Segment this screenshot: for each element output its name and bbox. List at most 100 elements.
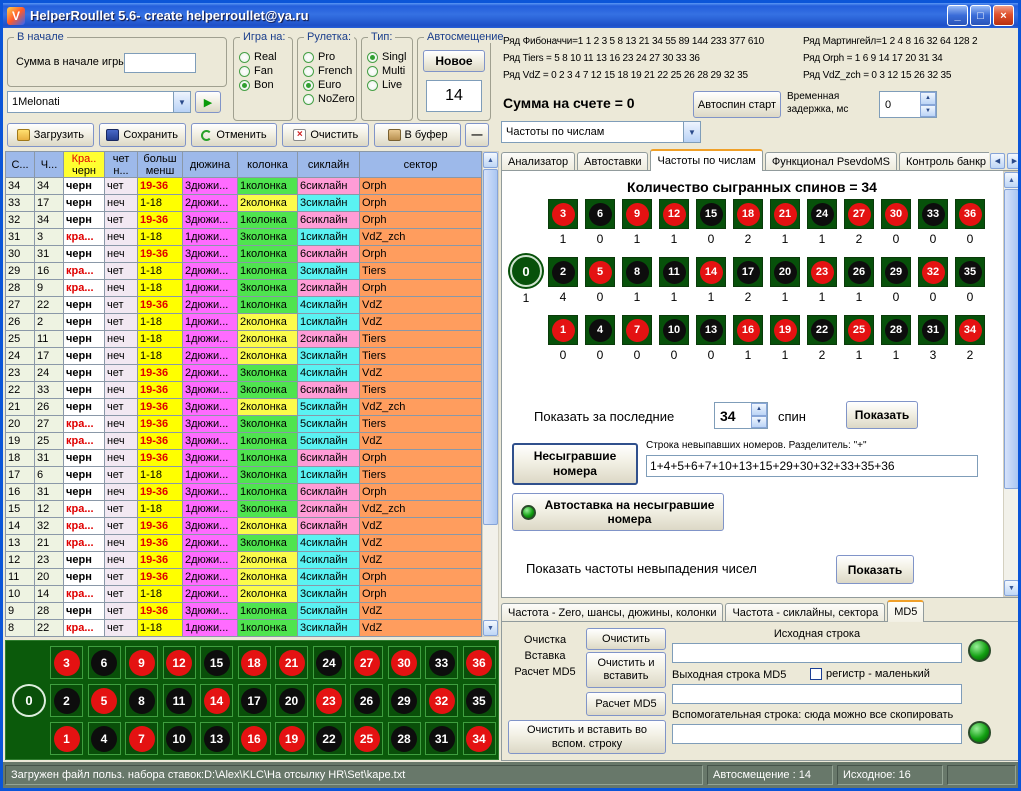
tab-md5[interactable]: MD5 xyxy=(887,600,924,622)
board-cell[interactable]: 28 xyxy=(388,722,421,755)
spin-down-icon[interactable] xyxy=(920,105,936,118)
history-row[interactable]: 3434чернчет19-363дюжи...1колонка6сиклайн… xyxy=(6,178,482,195)
save-button[interactable]: Сохранить xyxy=(99,123,186,147)
history-row[interactable]: 3031черннеч19-363дюжи...1колонка6сиклайн… xyxy=(6,246,482,263)
history-row[interactable]: 2722чернчет19-362дюжи...1колонка4сиклайн… xyxy=(6,297,482,314)
scroll-thumb[interactable] xyxy=(483,169,498,525)
dropdown-arrow-icon[interactable] xyxy=(173,92,190,112)
board-cell[interactable]: 22 xyxy=(313,722,346,755)
md5-aux-input[interactable] xyxy=(672,724,962,744)
history-row[interactable]: 928чернчет19-363дюжи...1колонка5сиклайнV… xyxy=(6,603,482,620)
tab-bankroll-control[interactable]: Контроль банкр xyxy=(899,152,989,171)
start-sum-input[interactable] xyxy=(124,53,196,73)
history-row[interactable]: 1631черннеч19-363дюжи...1колонка6сиклайн… xyxy=(6,484,482,501)
maximize-button[interactable]: □ xyxy=(970,5,991,26)
board-cell[interactable]: 6 xyxy=(88,646,121,679)
show-last-button[interactable]: Показать xyxy=(846,401,918,429)
history-row[interactable]: 2027кра...неч19-363дюжи...3колонка5сикла… xyxy=(6,416,482,433)
autobet-unplayed-button[interactable]: Автоставка на несыгравшие номера xyxy=(512,493,724,531)
collapse-button[interactable]: — xyxy=(465,123,489,147)
md5-clear-button[interactable]: Очистить xyxy=(586,628,666,650)
register-checkbox[interactable]: регистр - маленький xyxy=(810,668,930,680)
history-row[interactable]: 3317черннеч1-182дюжи...2колонка3сиклайнO… xyxy=(6,195,482,212)
board-cell[interactable]: 1 xyxy=(50,722,83,755)
history-row[interactable]: 2126чернчет19-363дюжи...2колонка5сиклайн… xyxy=(6,399,482,416)
history-row[interactable]: 1925кра...неч19-363дюжи...1колонка5сикла… xyxy=(6,433,482,450)
scroll-up-icon[interactable] xyxy=(483,152,498,168)
tab-scroll-right-icon[interactable] xyxy=(1007,153,1021,169)
radio-option-fan[interactable]: Fan xyxy=(239,65,292,77)
unplayed-numbers-input[interactable] xyxy=(646,455,978,477)
board-cell[interactable]: 16 xyxy=(238,722,271,755)
board-cell[interactable]: 27 xyxy=(350,646,383,679)
history-row[interactable]: 1223черннеч19-362дюжи...2колонка4сиклайн… xyxy=(6,552,482,569)
board-cell[interactable]: 36 xyxy=(463,646,496,679)
board-cell[interactable]: 15 xyxy=(200,646,233,679)
scroll-thumb[interactable] xyxy=(1004,189,1019,489)
board-cell[interactable]: 35 xyxy=(463,684,496,717)
history-row[interactable]: 1014кра...чет1-182дюжи...2колонка3сиклай… xyxy=(6,586,482,603)
history-row[interactable]: 289кра...неч1-181дюжи...3колонка2сиклайн… xyxy=(6,280,482,297)
board-cell[interactable]: 18 xyxy=(238,646,271,679)
board-cell[interactable]: 25 xyxy=(350,722,383,755)
tab-functional-psevdoms[interactable]: Функционал PsevdoMS xyxy=(765,152,897,171)
board-cell[interactable]: 33 xyxy=(425,646,458,679)
board-cell[interactable]: 9 xyxy=(125,646,158,679)
board-cell[interactable]: 8 xyxy=(125,684,158,717)
board-cell[interactable]: 21 xyxy=(275,646,308,679)
board-cell[interactable]: 5 xyxy=(88,684,121,717)
close-button[interactable]: × xyxy=(993,5,1014,26)
board-cell[interactable]: 34 xyxy=(463,722,496,755)
spin-up-icon[interactable] xyxy=(920,92,936,105)
tab-analyzer[interactable]: Анализатор xyxy=(501,152,575,171)
led-button[interactable] xyxy=(968,639,991,662)
board-cell[interactable]: 10 xyxy=(163,722,196,755)
board-cell[interactable]: 2 xyxy=(50,684,83,717)
board-cell[interactable]: 3 xyxy=(50,646,83,679)
history-row[interactable]: 1432кра...чет19-363дюжи...2колонка6сикла… xyxy=(6,518,482,535)
history-row[interactable]: 1321кра...неч19-362дюжи...3колонка4сикла… xyxy=(6,535,482,552)
board-cell[interactable]: 31 xyxy=(425,722,458,755)
md5-output-input[interactable] xyxy=(672,684,962,704)
board-cell[interactable]: 17 xyxy=(238,684,271,717)
history-row[interactable]: 2233черннеч19-363дюжи...3колонка6сиклайн… xyxy=(6,382,482,399)
history-row[interactable]: 313кра...неч1-181дюжи...3колонка1сиклайн… xyxy=(6,229,482,246)
board-number-0[interactable]: 0 xyxy=(12,684,46,717)
board-cell[interactable]: 26 xyxy=(350,684,383,717)
delay-spinner[interactable]: 0 xyxy=(879,91,937,118)
load-button[interactable]: Загрузить xyxy=(7,123,94,147)
history-row[interactable]: 1120чернчет19-362дюжи...2колонка4сиклайн… xyxy=(6,569,482,586)
led-button[interactable] xyxy=(968,721,991,744)
minimize-button[interactable]: _ xyxy=(947,5,968,26)
history-row[interactable]: 2916кра...чет1-182дюжи...1колонка3сиклай… xyxy=(6,263,482,280)
history-row[interactable]: 1831черннеч19-363дюжи...1колонка6сиклайн… xyxy=(6,450,482,467)
board-cell[interactable]: 14 xyxy=(200,684,233,717)
play-button[interactable] xyxy=(195,91,221,113)
board-cell[interactable]: 30 xyxy=(388,646,421,679)
board-cell[interactable]: 12 xyxy=(163,646,196,679)
radio-option-real[interactable]: Real xyxy=(239,51,292,63)
mode-combo[interactable]: Частоты по числам xyxy=(501,121,701,143)
unplayed-numbers-button[interactable]: Несыгравшие номера xyxy=(512,443,638,485)
clear-button[interactable]: Очистить xyxy=(282,123,369,147)
radio-option-bon[interactable]: Bon xyxy=(239,79,292,91)
tab-number-frequencies[interactable]: Частоты по числам xyxy=(650,149,762,171)
radio-option-nozero[interactable]: NoZero xyxy=(303,93,356,105)
scroll-down-icon[interactable] xyxy=(483,620,498,636)
md5-calc-button[interactable]: Расчет MD5 xyxy=(586,692,666,716)
history-row[interactable]: 262чернчет1-181дюжи...2колонка1сиклайнVd… xyxy=(6,314,482,331)
radio-option-live[interactable]: Live xyxy=(367,79,412,91)
board-cell[interactable]: 32 xyxy=(425,684,458,717)
history-row[interactable]: 3234чернчет19-363дюжи...1колонка6сиклайн… xyxy=(6,212,482,229)
board-cell[interactable]: 23 xyxy=(313,684,346,717)
radio-option-singl[interactable]: Singl xyxy=(367,51,412,63)
md5-clear-paste-button[interactable]: Очистить и вставить xyxy=(586,652,666,688)
radio-option-multi[interactable]: Multi xyxy=(367,65,412,77)
spin-up-icon[interactable] xyxy=(751,403,767,416)
md5-source-input[interactable] xyxy=(672,643,962,663)
panel-scrollbar[interactable] xyxy=(1003,171,1020,597)
radio-option-french[interactable]: French xyxy=(303,65,356,77)
copy-to-buffer-button[interactable]: В буфер xyxy=(374,123,461,147)
spin-down-icon[interactable] xyxy=(751,416,767,429)
dropdown-arrow-icon[interactable] xyxy=(683,122,700,142)
